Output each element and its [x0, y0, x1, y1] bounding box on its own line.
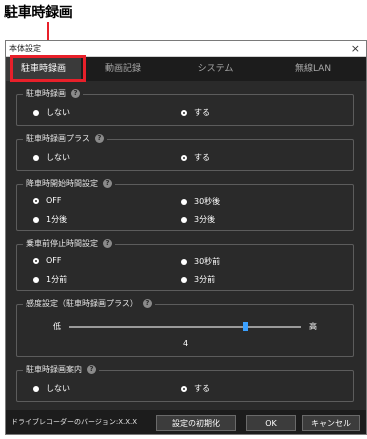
start-delay-30s-radio[interactable]: 30秒後 [181, 196, 220, 207]
radio-selected-icon [181, 385, 187, 392]
help-icon[interactable]: ? [142, 299, 152, 308]
stop-before-30s-radio[interactable]: 30秒前 [181, 256, 220, 267]
help-icon[interactable]: ? [87, 365, 96, 374]
radio-selected-icon [181, 154, 187, 161]
parking-recording-plus-title: 駐車時録画プラス [26, 134, 90, 143]
radio-icon [33, 276, 39, 283]
ok-button[interactable]: OK [246, 415, 296, 431]
start-delay-title: 降車時開始時間設定 [26, 179, 98, 188]
stop-before-3min-radio[interactable]: 3分前 [181, 274, 215, 285]
window-title: 本体設定 [9, 44, 41, 53]
option-label: 30秒後 [194, 197, 221, 206]
radio-selected-icon [33, 257, 39, 264]
parking-recording-off-radio[interactable]: しない [33, 107, 70, 118]
tab-system[interactable]: システム [168, 57, 263, 81]
option-label: OFF [46, 196, 62, 205]
start-delay-group: 降車時開始時間設定? OFF 30秒後 1分後 3分後 [16, 178, 354, 231]
settings-dialog: 本体設定 × 駐車時録画 動画記録 システム 無線LAN 駐車時録画? しない … [5, 40, 367, 435]
option-label: しない [46, 384, 70, 393]
option-label: する [194, 108, 210, 117]
option-label: 3分後 [194, 215, 216, 224]
parking-plus-off-radio[interactable]: しない [33, 152, 70, 163]
start-delay-1min-radio[interactable]: 1分後 [33, 214, 67, 225]
radio-icon [181, 198, 187, 205]
radio-selected-icon [33, 197, 39, 204]
radio-icon [33, 216, 39, 223]
cancel-button[interactable]: キャンセル [302, 415, 360, 431]
parking-recording-group: 駐車時録画? しない する [16, 88, 354, 126]
help-icon[interactable]: ? [71, 89, 80, 98]
sensitivity-title: 感度設定（駐車時録画プラス） [26, 299, 138, 308]
help-icon[interactable]: ? [103, 239, 112, 248]
start-delay-3min-radio[interactable]: 3分後 [181, 214, 215, 225]
sensitivity-high-label: 高 [309, 322, 317, 331]
sensitivity-group: 感度設定（駐車時録画プラス）? 低 高 4 [16, 298, 354, 357]
parking-guide-on-radio[interactable]: する [181, 383, 210, 394]
radio-selected-icon [181, 109, 187, 116]
option-label: しない [46, 108, 70, 117]
reset-settings-button[interactable]: 設定の初期化 [156, 415, 236, 431]
tab-wireless-lan[interactable]: 無線LAN [268, 57, 358, 81]
radio-icon [33, 385, 39, 392]
parking-guide-off-radio[interactable]: しない [33, 383, 70, 394]
option-label: する [194, 384, 210, 393]
sensitivity-slider-track[interactable] [69, 326, 301, 328]
option-label: 3分前 [194, 275, 216, 284]
option-label: OFF [46, 256, 62, 265]
radio-icon [33, 154, 39, 161]
radio-icon [33, 109, 39, 116]
tab-video-recording[interactable]: 動画記録 [84, 57, 162, 81]
radio-icon [181, 276, 187, 283]
sensitivity-low-label: 低 [53, 322, 61, 331]
option-label: 1分後 [46, 215, 68, 224]
help-icon[interactable]: ? [94, 134, 104, 143]
option-label: 1分前 [46, 275, 68, 284]
option-label: 30秒前 [194, 257, 221, 266]
parking-plus-on-radio[interactable]: する [181, 152, 210, 163]
parking-recording-plus-group: 駐車時録画プラス? しない する [16, 133, 354, 171]
option-label: しない [46, 153, 70, 162]
radio-icon [181, 258, 187, 265]
radio-icon [181, 216, 187, 223]
parking-guide-title: 駐車時録画案内 [26, 365, 82, 374]
start-delay-off-radio[interactable]: OFF [33, 196, 62, 205]
stop-before-title: 乗車前停止時間設定 [26, 239, 98, 248]
stop-before-1min-radio[interactable]: 1分前 [33, 274, 67, 285]
stop-before-group: 乗車前停止時間設定? OFF 30秒前 1分前 3分前 [16, 238, 354, 291]
close-icon[interactable]: × [351, 41, 360, 56]
parking-recording-on-radio[interactable]: する [181, 107, 210, 118]
option-label: する [194, 153, 210, 162]
parking-guide-group: 駐車時録画案内? しない する [16, 364, 354, 402]
tab-highlight-callout [10, 55, 86, 82]
sensitivity-value: 4 [183, 339, 189, 348]
stop-before-off-radio[interactable]: OFF [33, 256, 62, 265]
callout-label: 駐車時録画 [4, 5, 73, 21]
version-label: ドライブレコーダーのバージョン:X.X.X [11, 418, 138, 426]
parking-recording-title: 駐車時録画 [26, 89, 66, 98]
footer-bar: ドライブレコーダーのバージョン:X.X.X 設定の初期化 OK キャンセル [6, 410, 366, 434]
sensitivity-slider-thumb[interactable] [242, 322, 248, 331]
help-icon[interactable]: ? [103, 179, 112, 188]
